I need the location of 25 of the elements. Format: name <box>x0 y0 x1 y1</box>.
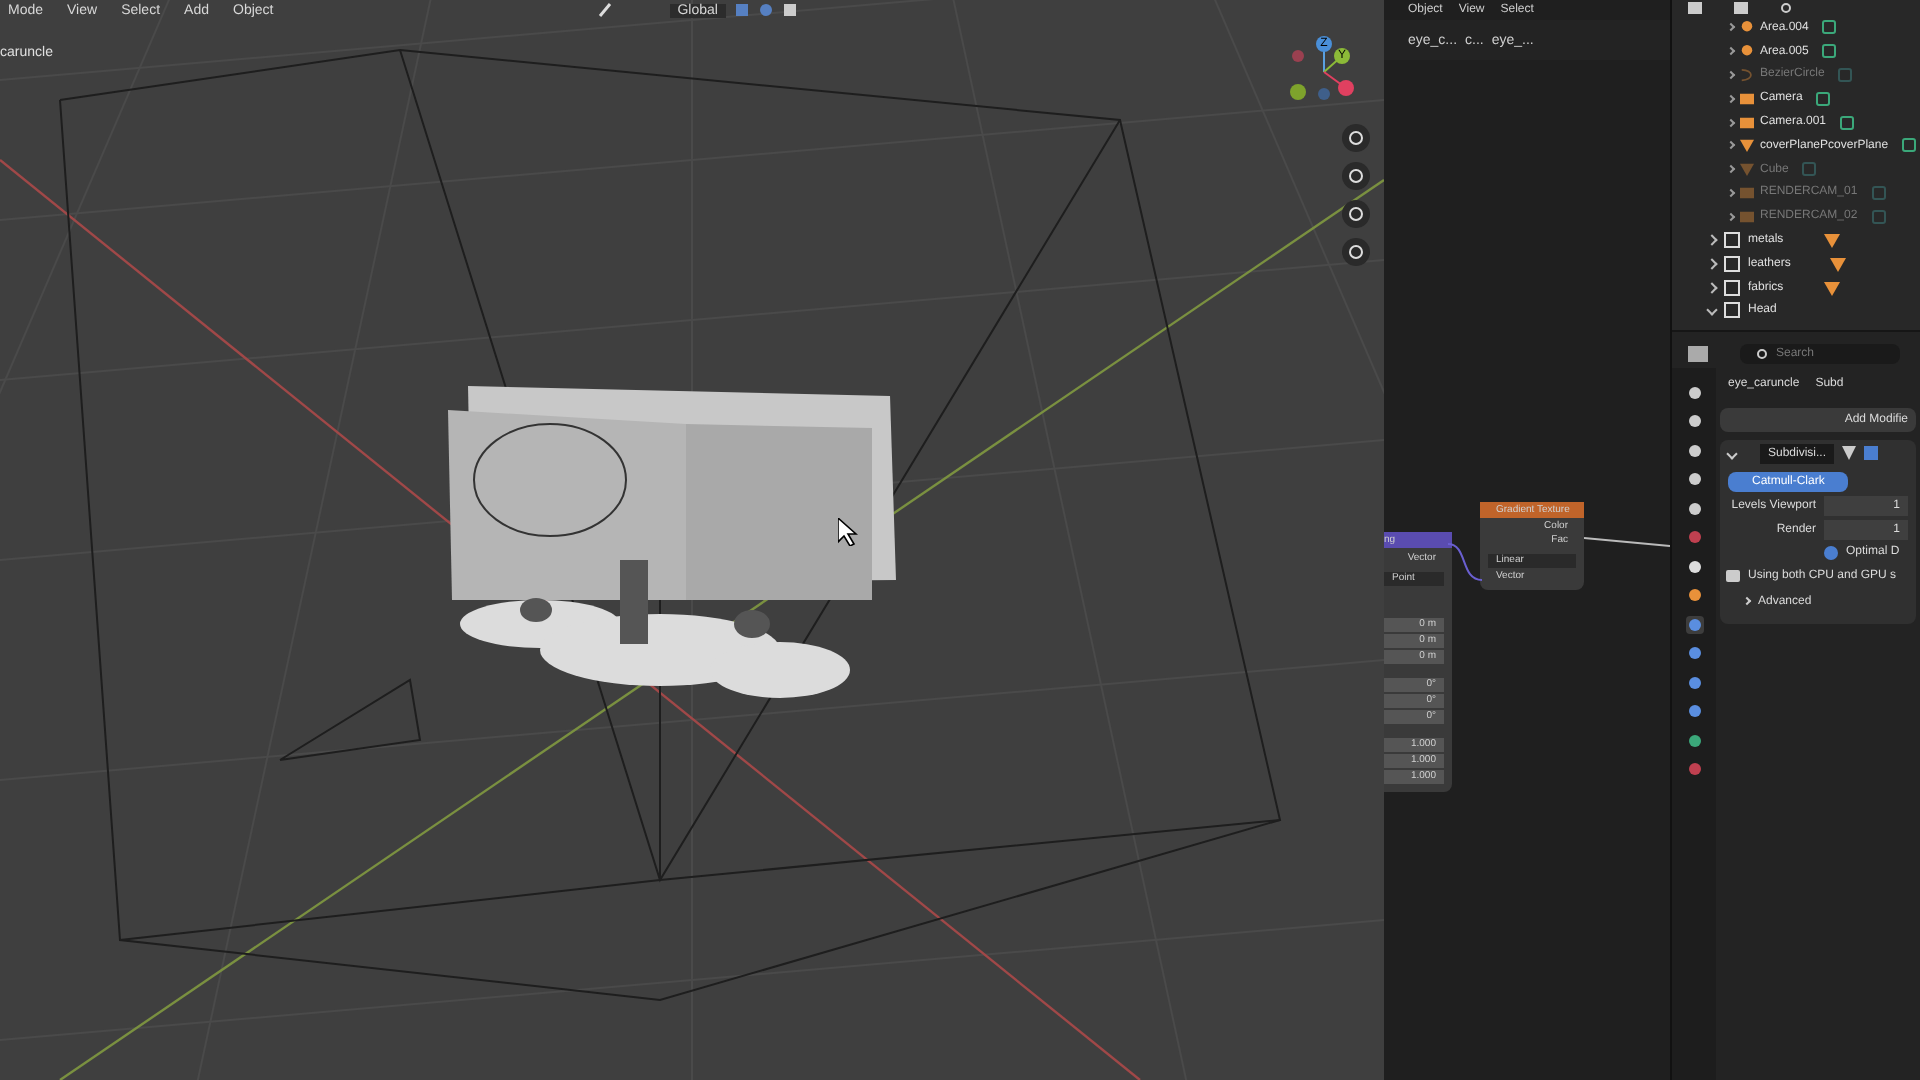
expand-arrow[interactable] <box>1706 281 1718 293</box>
light-icon <box>1740 20 1754 35</box>
expand-arrow[interactable] <box>1726 141 1736 150</box>
search-icon <box>1756 347 1768 360</box>
expand-arrow[interactable] <box>1726 212 1736 221</box>
pen-icon[interactable] <box>597 2 614 18</box>
expand-arrow[interactable] <box>1726 117 1736 127</box>
expand-arrow[interactable] <box>1726 23 1736 32</box>
light-icon <box>1740 44 1754 59</box>
expand-arrow[interactable] <box>1706 305 1718 317</box>
collapse-arrow[interactable] <box>1742 597 1752 606</box>
mesh-icon <box>1842 446 1857 461</box>
expand-arrow[interactable] <box>1726 188 1736 198</box>
expand-arrow[interactable] <box>1726 94 1736 103</box>
expand-arrow[interactable] <box>1726 47 1736 56</box>
node-link <box>1448 540 1484 584</box>
expand-arrow[interactable] <box>1726 70 1736 80</box>
node-link <box>1584 536 1670 548</box>
expand-arrow[interactable] <box>1726 165 1736 174</box>
search-icon[interactable] <box>1780 2 1792 14</box>
checkbox[interactable] <box>1824 545 1838 560</box>
expand-arrow[interactable] <box>1706 234 1718 246</box>
cursor-icon <box>838 518 858 546</box>
curve-icon <box>1740 67 1754 82</box>
expand-arrow[interactable] <box>1706 258 1718 270</box>
